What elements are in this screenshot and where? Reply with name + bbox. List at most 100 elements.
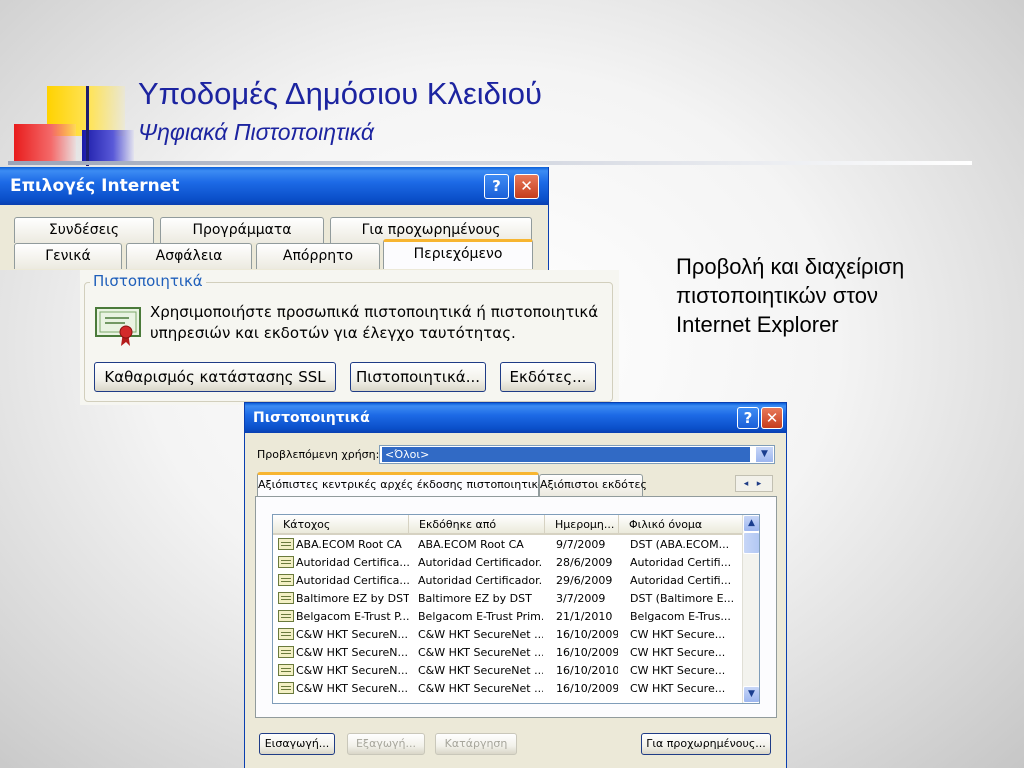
decor-red-square — [14, 124, 76, 164]
tab-programs[interactable]: Προγράμματα — [160, 217, 324, 243]
cell-holder: Autoridad Certifica... — [296, 574, 409, 587]
table-row[interactable]: C&W HKT SecureN... C&W HKT SecureNet ...… — [273, 644, 743, 662]
certificates-list[interactable]: Κάτοχος Εκδόθηκε από Ημερομη... Φιλικό ό… — [272, 514, 760, 704]
close-button[interactable]: ✕ — [514, 174, 539, 199]
cell-issued-by: Autoridad Certificador... — [418, 556, 543, 569]
internet-options-window: Επιλογές Internet ? ✕ Συνδέσεις Προγράμμ… — [0, 167, 549, 270]
cell-issued-by: Belgacom E-Trust Prim... — [418, 610, 543, 623]
table-row[interactable]: C&W HKT SecureN... C&W HKT SecureNet ...… — [273, 662, 743, 680]
cell-expiry-date: 28/6/2009 — [556, 556, 613, 569]
intended-purpose-dropdown[interactable]: <Όλοι> ▼ — [379, 445, 775, 464]
body-line: Προβολή και διαχείριση — [676, 254, 905, 279]
export-button[interactable]: Εξαγωγή... — [347, 733, 425, 755]
column-header-holder[interactable]: Κάτοχος — [273, 515, 409, 535]
cell-expiry-date: 16/10/2010 — [556, 664, 618, 677]
remove-button[interactable]: Κατάργηση — [435, 733, 517, 755]
cell-holder: Autoridad Certifica... — [296, 556, 409, 569]
table-row[interactable]: Autoridad Certifica... Autoridad Certifi… — [273, 554, 743, 572]
tab-trusted-publishers[interactable]: Αξιόπιστοι εκδότες — [539, 474, 647, 496]
slide-body-text: Προβολή και διαχείριση πιστοποιητικών στ… — [676, 252, 976, 339]
certificate-icon — [278, 538, 294, 550]
tab-content[interactable]: Περιεχόμενο — [383, 239, 533, 269]
cell-holder: C&W HKT SecureN... — [296, 664, 409, 677]
cell-friendly-name: DST (ABA.ECOM... — [630, 538, 730, 551]
list-scrollbar[interactable]: ▲ ▼ — [742, 515, 759, 703]
certificates-button[interactable]: Πιστοποιητικά... — [350, 362, 486, 392]
body-line: πιστοποιητικών στον — [676, 283, 878, 308]
dropdown-selected-value: <Όλοι> — [382, 447, 750, 462]
cell-issued-by: C&W HKT SecureNet ... — [418, 628, 543, 641]
cell-friendly-name: DST (Baltimore E... — [630, 592, 735, 605]
cell-holder: C&W HKT SecureN... — [296, 646, 409, 659]
decor-vertical-line — [86, 86, 89, 166]
cell-expiry-date: 9/7/2009 — [556, 538, 606, 551]
cell-friendly-name: CW HKT Secure... — [630, 646, 726, 659]
internet-options-titlebar[interactable]: Επιλογές Internet — [0, 167, 548, 205]
column-header-issued-by[interactable]: Εκδόθηκε από — [409, 515, 545, 535]
import-button[interactable]: Εισαγωγή... — [259, 733, 335, 755]
scroll-down-icon[interactable]: ▼ — [743, 686, 759, 703]
advanced-button[interactable]: Για προχωρημένους... — [641, 733, 771, 755]
certificate-icon — [278, 610, 294, 622]
column-header-expiry-date[interactable]: Ημερομη... — [545, 515, 619, 535]
cell-issued-by: ABA.ECOM Root CA — [418, 538, 524, 551]
window-title: Επιλογές Internet — [10, 176, 180, 196]
cell-expiry-date: 16/10/2009 — [556, 628, 618, 641]
certificate-icon — [278, 682, 294, 694]
cell-expiry-date: 3/7/2009 — [556, 592, 606, 605]
cell-expiry-date: 16/10/2009 — [556, 682, 618, 695]
cell-issued-by: C&W HKT SecureNet ... — [418, 682, 543, 695]
cell-issued-by: C&W HKT SecureNet ... — [418, 646, 543, 659]
certificate-icon — [278, 556, 294, 568]
tab-connections[interactable]: Συνδέσεις — [14, 217, 154, 243]
certificate-icon — [278, 574, 294, 586]
close-button[interactable]: ✕ — [761, 407, 783, 429]
description-line: Χρησιμοποιήστε προσωπικά πιστοποιητικά ή… — [150, 303, 599, 321]
tab-privacy[interactable]: Απόρρητο — [256, 243, 380, 269]
tab-security[interactable]: Ασφάλεια — [126, 243, 252, 269]
cell-friendly-name: CW HKT Secure... — [630, 628, 726, 641]
scroll-up-icon[interactable]: ▲ — [743, 515, 759, 532]
cell-holder: C&W HKT SecureN... — [296, 682, 409, 695]
certificates-window: Πιστοποιητικά ? ✕ Προβλεπόμενη χρήση: <Ό… — [244, 402, 787, 768]
slide-title: Υποδομές Δημόσιου Κλειδιού — [138, 76, 542, 111]
cell-expiry-date: 21/1/2010 — [556, 610, 613, 623]
table-row[interactable]: Belgacom E-Trust P... Belgacom E-Trust P… — [273, 608, 743, 626]
description-line: υπηρεσιών και εκδοτών για έλεγχο ταυτότη… — [150, 324, 516, 342]
cell-friendly-name: CW HKT Secure... — [630, 664, 726, 677]
cell-holder: C&W HKT SecureN... — [296, 628, 409, 641]
chevron-down-icon[interactable]: ▼ — [756, 447, 773, 462]
cell-holder: Baltimore EZ by DST — [296, 592, 409, 605]
window-title: Πιστοποιητικά — [253, 410, 370, 426]
help-button[interactable]: ? — [484, 174, 509, 199]
certificates-section: Πιστοποιητικά Χρησιμοποιήστε προσωπικά π… — [80, 270, 619, 405]
certificates-titlebar[interactable]: Πιστοποιητικά — [245, 403, 786, 433]
cell-holder: Belgacom E-Trust P... — [296, 610, 409, 623]
cell-friendly-name: CW HKT Secure... — [630, 682, 726, 695]
clear-ssl-state-button[interactable]: Καθαρισμός κατάστασης SSL — [94, 362, 336, 392]
table-row[interactable]: Baltimore EZ by DST Baltimore EZ by DST … — [273, 590, 743, 608]
help-button[interactable]: ? — [737, 407, 759, 429]
body-line: Internet Explorer — [676, 312, 839, 337]
cell-expiry-date: 29/6/2009 — [556, 574, 613, 587]
certificates-group-label: Πιστοποιητικά — [90, 272, 206, 290]
decor-blue-square — [82, 130, 134, 164]
cell-holder: ABA.ECOM Root CA — [296, 538, 402, 551]
tab-scroll-arrows-icon[interactable]: ◂ ▸ — [735, 475, 773, 492]
table-row[interactable]: C&W HKT SecureN... C&W HKT SecureNet ...… — [273, 680, 743, 698]
cell-friendly-name: Autoridad Certifi... — [630, 574, 732, 587]
scroll-thumb[interactable] — [743, 532, 759, 554]
table-row[interactable]: Autoridad Certifica... Autoridad Certifi… — [273, 572, 743, 590]
publishers-button[interactable]: Εκδότες... — [500, 362, 596, 392]
tab-trusted-root-authorities[interactable]: Αξιόπιστες κεντρικές αρχές έκδοσης πιστο… — [257, 472, 553, 497]
tab-general[interactable]: Γενικά — [14, 243, 122, 269]
intended-purpose-label: Προβλεπόμενη χρήση: — [257, 448, 380, 461]
cell-friendly-name: Belgacom E-Trus... — [630, 610, 731, 623]
list-header: Κάτοχος Εκδόθηκε από Ημερομη... Φιλικό ό… — [273, 515, 743, 535]
cell-friendly-name: Autoridad Certifi... — [630, 556, 732, 569]
table-row[interactable]: ABA.ECOM Root CA ABA.ECOM Root CA 9/7/20… — [273, 536, 743, 554]
table-row[interactable]: C&W HKT SecureN... C&W HKT SecureNet ...… — [273, 626, 743, 644]
column-header-friendly-name[interactable]: Φιλικό όνομα — [619, 515, 743, 535]
cell-issued-by: Autoridad Certificador... — [418, 574, 543, 587]
certificate-icon — [278, 646, 294, 658]
